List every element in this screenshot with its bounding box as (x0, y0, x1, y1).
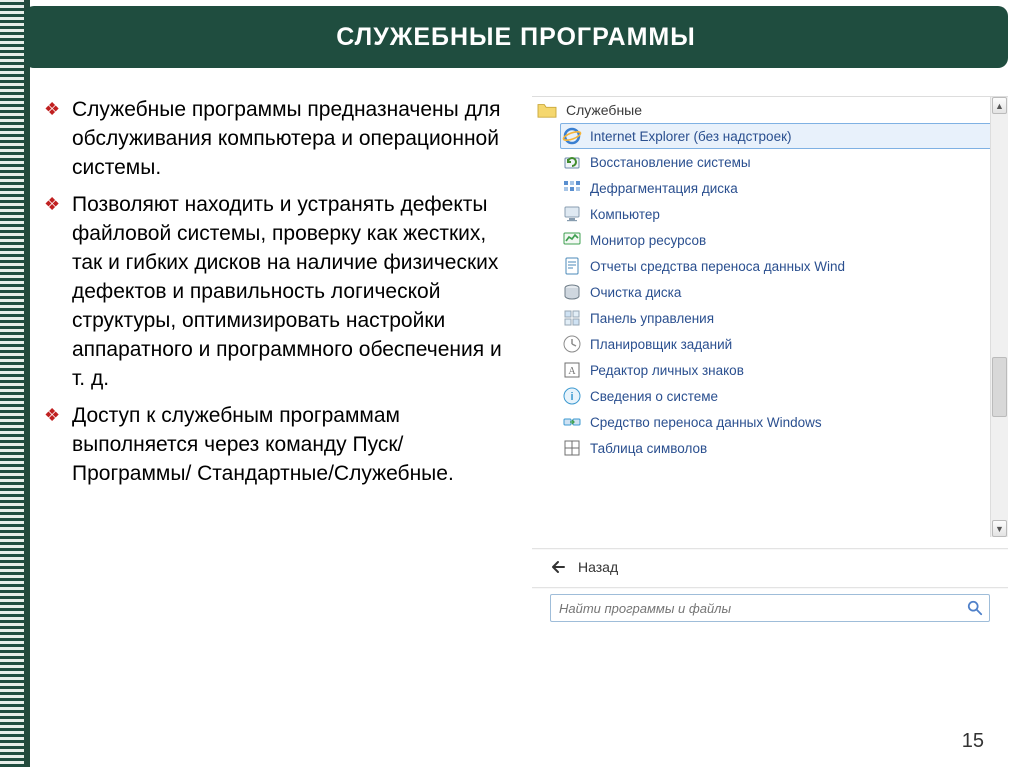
scroll-up-button[interactable]: ▲ (992, 97, 1007, 114)
menu-bottom-area: Назад (532, 544, 1008, 622)
program-item[interactable]: Таблица символов (560, 435, 1008, 461)
folder-header[interactable]: Служебные (532, 97, 1008, 123)
scroll-thumb[interactable] (992, 357, 1007, 417)
chartable-icon (562, 438, 582, 458)
charedit-icon: A (562, 360, 582, 380)
start-menu-screenshot: Служебные Internet Explorer (без надстро… (532, 96, 1008, 606)
folder-label: Служебные (566, 102, 642, 118)
slide-content: Служебные программы предназначены для об… (44, 96, 1008, 757)
separator (532, 587, 1008, 588)
search-icon[interactable] (966, 599, 984, 617)
slide-title-bar: СЛУЖЕБНЫЕ ПРОГРАММЫ (24, 6, 1008, 68)
program-item[interactable]: A Редактор личных знаков (560, 357, 1008, 383)
program-label: Таблица символов (590, 441, 707, 456)
svg-text:i: i (570, 391, 573, 403)
program-label: Сведения о системе (590, 389, 718, 404)
program-label: Панель управления (590, 311, 714, 326)
programs-pane: Служебные Internet Explorer (без надстро… (532, 97, 1008, 537)
program-label: Компьютер (590, 207, 660, 222)
program-item[interactable]: Восстановление системы (560, 149, 1008, 175)
program-label: Дефрагментация диска (590, 181, 738, 196)
vertical-scrollbar[interactable]: ▲ ▼ (990, 97, 1008, 537)
search-wrap (550, 594, 990, 622)
monitor-icon (562, 230, 582, 250)
back-button[interactable]: Назад (532, 553, 1008, 583)
bullet-item: Позволяют находить и устранять дефекты ф… (44, 191, 516, 394)
program-item[interactable]: Компьютер (560, 201, 1008, 227)
program-label: Восстановление системы (590, 155, 751, 170)
bullet-item: Служебные программы предназначены для об… (44, 96, 516, 183)
slide-title: СЛУЖЕБНЫЕ ПРОГРАММЫ (336, 23, 696, 52)
page-number: 15 (962, 730, 984, 753)
bullet-item: Доступ к служебным программам выполняетс… (44, 402, 516, 489)
folder-open-icon (536, 101, 558, 119)
bullet-list: Служебные программы предназначены для об… (44, 96, 516, 489)
program-label: Internet Explorer (без надстроек) (590, 129, 791, 144)
defrag-icon (562, 178, 582, 198)
program-item[interactable]: i Сведения о системе (560, 383, 1008, 409)
program-item[interactable]: Internet Explorer (без надстроек) (560, 123, 1008, 149)
program-item[interactable]: Планировщик заданий (560, 331, 1008, 357)
back-arrow-icon (550, 560, 566, 574)
search-input[interactable] (550, 594, 990, 622)
program-label: Планировщик заданий (590, 337, 732, 352)
program-label: Очистка диска (590, 285, 681, 300)
program-label: Отчеты средства переноса данных Wind (590, 259, 845, 274)
separator (532, 548, 1008, 549)
program-item[interactable]: Панель управления (560, 305, 1008, 331)
scroll-down-button[interactable]: ▼ (992, 520, 1007, 537)
program-item[interactable]: Средство переноса данных Windows (560, 409, 1008, 435)
program-label: Средство переноса данных Windows (590, 415, 822, 430)
program-item[interactable]: Отчеты средства переноса данных Wind (560, 253, 1008, 279)
ie-icon (562, 126, 582, 146)
scheduler-icon (562, 334, 582, 354)
report-icon (562, 256, 582, 276)
text-column: Служебные программы предназначены для об… (44, 96, 524, 757)
computer-icon (562, 204, 582, 224)
program-label: Редактор личных знаков (590, 363, 744, 378)
decorative-sidebar-stripe (0, 0, 24, 767)
program-list: Internet Explorer (без надстроек) Восстан… (532, 123, 1008, 461)
program-label: Монитор ресурсов (590, 233, 706, 248)
program-item[interactable]: Очистка диска (560, 279, 1008, 305)
program-item[interactable]: Дефрагментация диска (560, 175, 1008, 201)
transfer-icon (562, 412, 582, 432)
restore-icon (562, 152, 582, 172)
program-item[interactable]: Монитор ресурсов (560, 227, 1008, 253)
cpl-icon (562, 308, 582, 328)
back-label: Назад (578, 559, 618, 575)
diskclean-icon (562, 282, 582, 302)
svg-text:A: A (568, 366, 576, 377)
sysinfo-icon: i (562, 386, 582, 406)
